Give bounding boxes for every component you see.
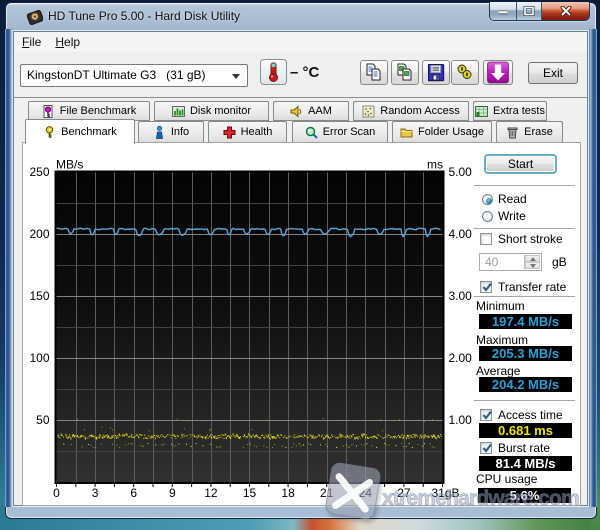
svg-text:3: 3 [92,486,99,500]
svg-text:15: 15 [243,486,257,500]
svg-text:9: 9 [169,486,176,500]
svg-text:200: 200 [29,227,49,241]
svg-text:6: 6 [130,486,137,500]
svg-text:100: 100 [29,351,49,365]
svg-text:5.00: 5.00 [449,165,473,179]
svg-text:12: 12 [204,486,218,500]
svg-text:0: 0 [53,486,60,500]
svg-text:18: 18 [281,486,295,500]
svg-text:ms: ms [427,158,443,172]
svg-text:2.00: 2.00 [449,351,473,365]
svg-text:MB/s: MB/s [56,158,83,172]
svg-text:1.00: 1.00 [449,413,473,427]
svg-text:50: 50 [36,413,50,427]
svg-text:3.00: 3.00 [449,289,473,303]
svg-text:150: 150 [29,289,49,303]
svg-text:250: 250 [29,165,49,179]
svg-text:4.00: 4.00 [449,227,473,241]
